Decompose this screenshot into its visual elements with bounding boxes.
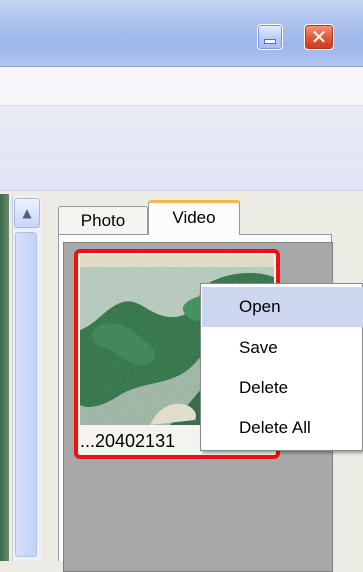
menu-item-delete-all[interactable]: Delete All <box>202 408 363 448</box>
vertical-scrollbar[interactable]: ▲ <box>12 196 43 561</box>
close-icon: ✕ <box>310 25 328 49</box>
menu-item-delete[interactable]: Delete <box>202 368 363 408</box>
menu-item-save[interactable]: Save <box>202 328 363 368</box>
close-button[interactable]: ✕ <box>304 24 334 50</box>
minimize-button[interactable] <box>257 24 283 50</box>
panel-gap <box>42 196 52 561</box>
chevron-up-icon: ▲ <box>22 206 32 220</box>
menu-item-open[interactable]: Open <box>202 287 363 327</box>
minimize-icon <box>265 40 275 43</box>
tab-video[interactable]: Video <box>148 200 240 235</box>
context-menu: Open Save Delete Delete All <box>200 283 363 451</box>
scroll-up-button[interactable]: ▲ <box>14 198 40 228</box>
header-panel <box>0 106 363 191</box>
scrollbar-thumb[interactable] <box>15 232 37 557</box>
tab-photo[interactable]: Photo <box>58 206 148 234</box>
window-titlebar: ✕ <box>0 0 363 67</box>
preview-pane-edge <box>0 194 9 561</box>
toolbar-strip <box>0 67 363 106</box>
